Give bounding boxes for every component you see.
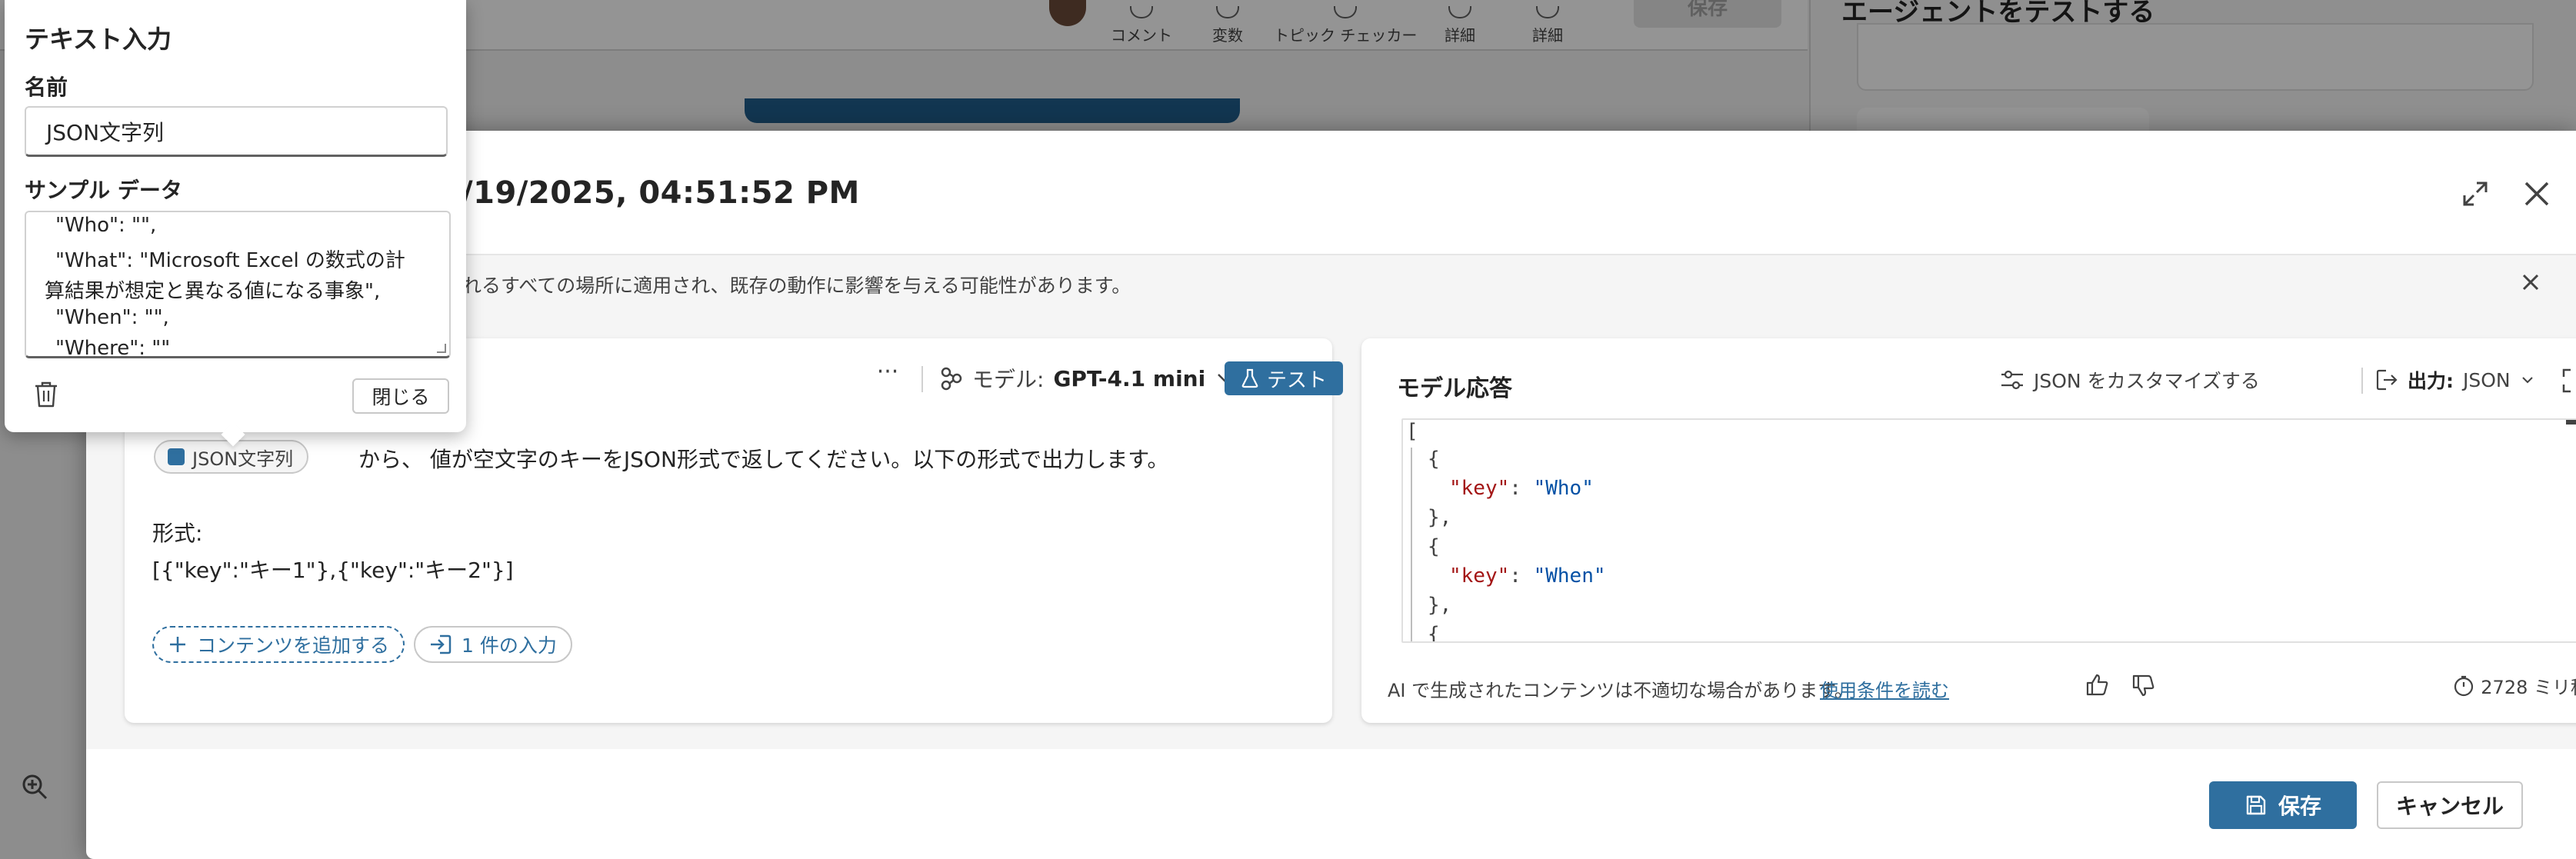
model-value: GPT-4.1 mini <box>1053 365 1206 391</box>
output-format-selector[interactable]: 出力: JSON <box>2375 365 2535 395</box>
flask-icon <box>1241 368 1258 388</box>
model-label: モデル: <box>972 367 1045 392</box>
fullscreen-icon[interactable] <box>2561 368 2576 394</box>
separator <box>921 366 923 392</box>
popover-title: テキスト入力 <box>25 25 172 54</box>
options-icon <box>2001 370 2023 390</box>
latency-indicator: 2728 ミリ秒 <box>2453 672 2576 699</box>
ai-disclaimer: AI で生成されたコンテンツは不適切な場合があります。 <box>1388 680 1853 701</box>
output-icon <box>2376 369 2398 391</box>
save-button[interactable]: 保存 <box>2209 781 2357 829</box>
format-label[interactable]: 形式: <box>152 517 202 548</box>
code-line: }, <box>1428 594 1452 617</box>
trash-icon[interactable] <box>32 380 60 409</box>
response-card: モデル応答 JSON をカスタマイズする 出力: JSON [{"key":… <box>1361 338 2576 723</box>
code-line: { <box>1428 623 1440 643</box>
sample-line: "When": "", <box>55 306 169 329</box>
sample-data-textarea[interactable]: "Who": "", "What": "Microsoft Excel の数式の… <box>25 211 451 358</box>
sample-line: "What": "Microsoft Excel の数式の計 <box>55 249 405 272</box>
code-line: }, <box>1428 506 1452 529</box>
code-line: { <box>1428 448 1440 471</box>
format-value[interactable]: [{"key":"キー1"},{"key":"キー2"}] <box>152 554 514 584</box>
test-button[interactable]: テスト <box>1225 361 1343 395</box>
dismiss-warning-icon[interactable] <box>2518 269 2544 295</box>
code-line: "key": "Who" <box>1449 477 1594 500</box>
resize-handle[interactable] <box>437 344 446 353</box>
inputs-button[interactable]: 1 件の入力 <box>414 626 572 663</box>
scrollbar[interactable] <box>2566 420 2576 425</box>
name-label: 名前 <box>25 75 68 100</box>
plus-icon <box>170 637 185 652</box>
dialog-title: /19/2025, 04:51:52 PM <box>462 175 860 211</box>
code-line: [ <box>1406 420 1418 443</box>
model-icon <box>941 367 962 391</box>
warning-text: されるすべての場所に適用され、既存の動作に影響を与える可能性があります。 <box>443 275 1131 297</box>
response-title: モデル応答 <box>1397 375 1512 402</box>
name-field[interactable]: JSON文字列 <box>25 106 448 157</box>
customize-json-button[interactable]: JSON をカスタマイズする <box>2000 365 2260 395</box>
model-selector[interactable]: モデル: GPT-4.1 mini <box>938 361 1238 395</box>
sample-line: "Who": "", <box>55 214 157 237</box>
expand-icon[interactable] <box>2460 178 2491 209</box>
sample-line: "Where": "" <box>55 337 171 358</box>
text-input-popover: テキスト入力 名前 JSON文字列 サンプル データ "Who": "", "W… <box>5 0 466 447</box>
code-line: { <box>1428 535 1440 558</box>
prompt-text[interactable]: から、 値が空文字のキーをJSON形式で返してください。以下の形式で出力します。 <box>358 443 1168 474</box>
json-output-viewer[interactable]: [ { "key": "Who" }, { "key": "When" }, { <box>1401 418 2576 643</box>
sample-line: 算結果が想定と異なる値になる事象", <box>45 280 381 303</box>
save-icon <box>2246 795 2266 815</box>
text-variable-icon <box>168 448 185 465</box>
close-icon[interactable] <box>2521 178 2552 209</box>
clock-icon <box>2454 675 2474 696</box>
sample-data-label: サンプル データ <box>25 178 182 203</box>
separator <box>2361 368 2363 394</box>
zoom-in-icon <box>22 774 48 800</box>
code-line: "key": "When" <box>1449 564 1606 588</box>
input-icon <box>431 634 452 654</box>
indent-guide <box>1411 448 1412 641</box>
thumbs-up-icon[interactable] <box>2084 672 2111 698</box>
chevron-down-icon <box>2521 377 2533 384</box>
close-button[interactable]: 閉じる <box>352 378 449 414</box>
cancel-button[interactable]: キャンセル <box>2377 781 2523 829</box>
thumbs-down-icon[interactable] <box>2131 672 2157 698</box>
more-options-button[interactable]: ··· <box>872 361 903 389</box>
add-content-button[interactable]: コンテンツを追加する <box>152 626 405 663</box>
terms-link[interactable]: 使用条件を読む <box>1820 675 1949 702</box>
